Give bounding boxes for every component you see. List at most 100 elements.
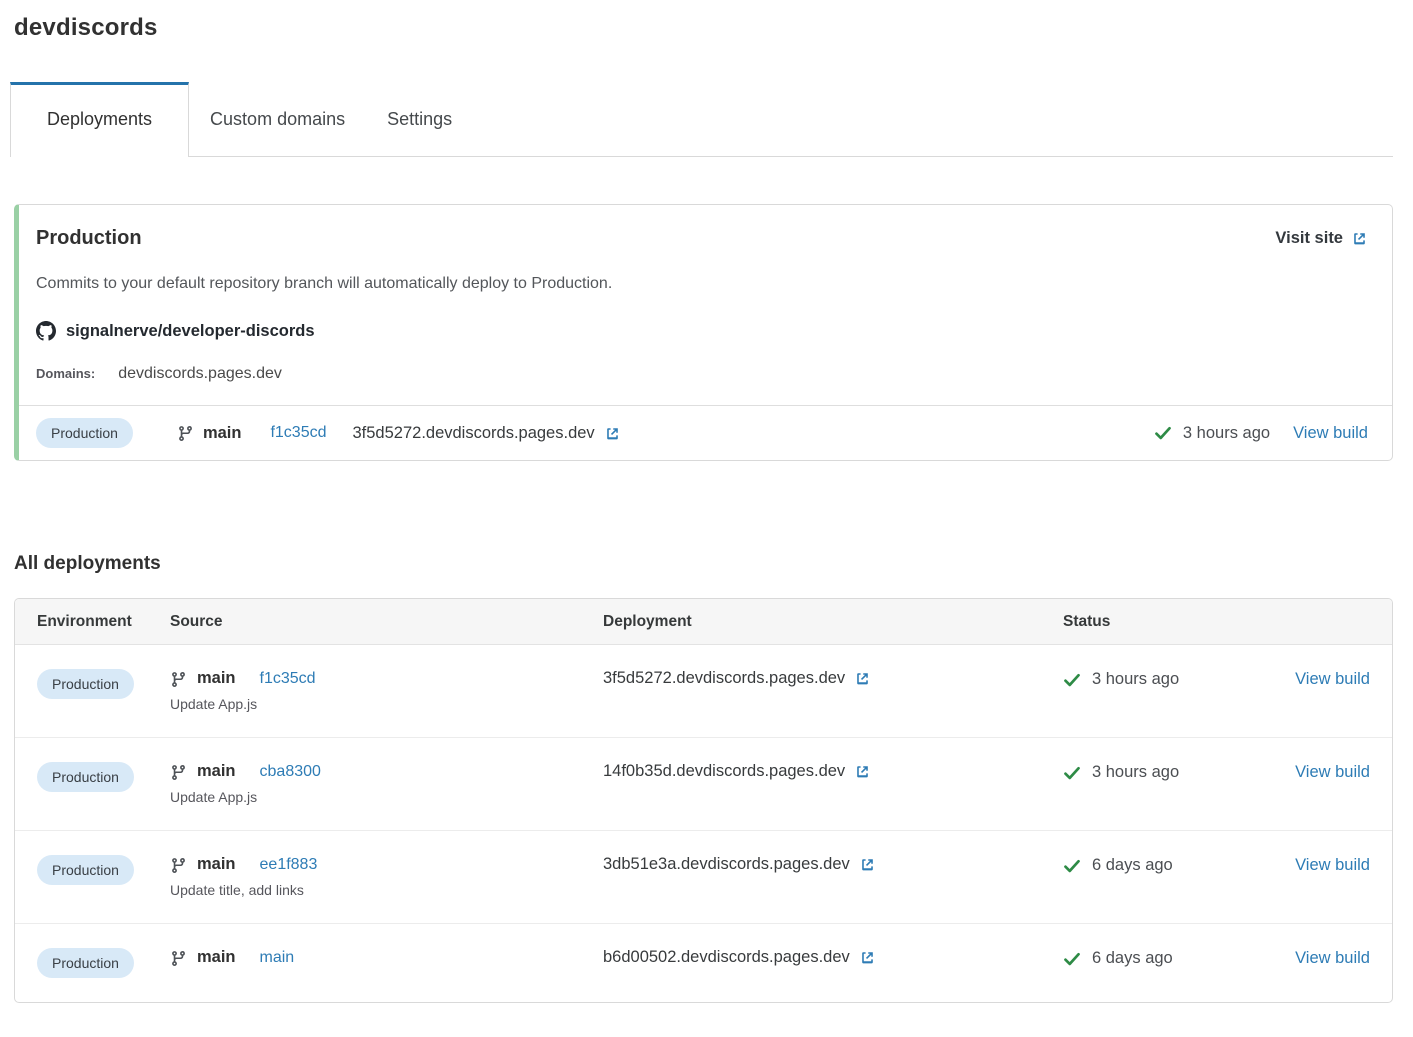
all-deployments-title: All deployments (14, 551, 1393, 577)
deployment-open-link[interactable] (854, 670, 871, 687)
deployment-open-link[interactable] (854, 763, 871, 780)
external-link-icon (859, 949, 876, 966)
column-header-environment: Environment (37, 613, 170, 631)
environment-cell: Production (37, 948, 170, 978)
deployment-time: 6 days ago (1092, 949, 1173, 968)
column-header-deployment: Deployment (603, 613, 1063, 631)
external-link-icon (859, 856, 876, 873)
status-cell: 6 days ago View build (1063, 855, 1370, 875)
external-link-icon (854, 763, 871, 780)
git-branch-icon (170, 671, 187, 688)
commit-link[interactable]: cba8300 (260, 763, 321, 781)
environment-cell: Production (37, 762, 170, 792)
success-check-icon (1063, 857, 1081, 875)
commit-link[interactable]: main (260, 949, 295, 967)
deployment-time: 3 hours ago (1183, 424, 1270, 443)
deployment-url: b6d00502.devdiscords.pages.dev (603, 948, 876, 967)
status-cell: 3 hours ago View build (1063, 762, 1370, 782)
commit-message: Update title, add links (170, 881, 603, 899)
commit-message: Update App.js (170, 695, 603, 713)
branch-name: main (197, 762, 236, 781)
commit-link[interactable]: f1c35cd (260, 670, 316, 688)
domains-value: devdiscords.pages.dev (118, 365, 282, 383)
table-header-row: Environment Source Deployment Status (15, 599, 1392, 645)
deployment-url-text: 14f0b35d.devdiscords.pages.dev (603, 762, 845, 781)
deployment-open-link[interactable] (859, 949, 876, 966)
environment-cell: Production (37, 855, 170, 885)
external-link-icon (604, 425, 621, 442)
table-body: Production main f1c35cd Update App.js 3f… (15, 645, 1392, 1002)
deployment-open-link[interactable] (604, 425, 621, 442)
github-icon (36, 321, 56, 341)
production-deployment-row: Production main f1c35cd 3f5d5272.devdisc… (19, 405, 1392, 460)
deployment-cell: 3db51e3a.devdiscords.pages.dev (603, 855, 1063, 874)
table-row: Production main f1c35cd Update App.js 3f… (15, 645, 1392, 737)
deployment-status: 6 days ago (1063, 856, 1173, 875)
deployment-cell: 14f0b35d.devdiscords.pages.dev (603, 762, 1063, 781)
commit-message: Update App.js (170, 788, 603, 806)
success-check-icon (1063, 764, 1081, 782)
deployment-cell: 3f5d5272.devdiscords.pages.dev (603, 669, 1063, 688)
status-cell: 6 days ago View build (1063, 948, 1370, 968)
deployment-url: 3f5d5272.devdiscords.pages.dev (353, 424, 621, 443)
tab-bar: Deployments Custom domains Settings (14, 82, 1393, 157)
page-title: devdiscords (14, 12, 1393, 44)
deployment-time: 6 days ago (1092, 856, 1173, 875)
view-build-link[interactable]: View build (1295, 949, 1370, 968)
deployment-cell: b6d00502.devdiscords.pages.dev (603, 948, 1063, 967)
environment-badge: Production (37, 762, 134, 792)
pages-project-page: devdiscords Deployments Custom domains S… (0, 0, 1413, 1003)
deployment-status: 6 days ago (1063, 949, 1173, 968)
deployment-time: 3 hours ago (1092, 763, 1179, 782)
success-check-icon (1063, 671, 1081, 689)
deployments-table: Environment Source Deployment Status Pro… (14, 598, 1393, 1003)
environment-cell: Production (37, 669, 170, 699)
branch-name: main (203, 424, 242, 443)
view-build-link[interactable]: View build (1295, 763, 1370, 782)
status-cell: 3 hours ago View build (1063, 669, 1370, 689)
branch-name: main (197, 948, 236, 967)
column-header-source: Source (170, 613, 603, 631)
success-check-icon (1154, 424, 1172, 442)
deployment-open-link[interactable] (859, 856, 876, 873)
deployment-status: 3 hours ago (1063, 763, 1179, 782)
commit-link[interactable]: ee1f883 (260, 856, 318, 874)
table-row: Production main ee1f883 Update title, ad… (15, 830, 1392, 923)
commit-link[interactable]: f1c35cd (270, 424, 326, 442)
git-branch-icon (170, 764, 187, 781)
deployment-status: 3 hours ago (1154, 424, 1270, 443)
branch-name: main (197, 855, 236, 874)
view-build-link[interactable]: View build (1293, 424, 1368, 443)
deployment-url-text: 3f5d5272.devdiscords.pages.dev (603, 669, 845, 688)
repo-name[interactable]: signalnerve/developer-discords (66, 322, 315, 341)
deployment-url-text: 3f5d5272.devdiscords.pages.dev (353, 424, 595, 443)
external-link-icon (854, 670, 871, 687)
environment-badge: Production (36, 418, 133, 448)
environment-badge: Production (37, 669, 134, 699)
environment-badge: Production (37, 948, 134, 978)
git-branch-icon (170, 857, 187, 874)
deployment-url: 14f0b35d.devdiscords.pages.dev (603, 762, 871, 781)
git-branch-icon (170, 950, 187, 967)
visit-site-label: Visit site (1275, 229, 1343, 248)
deployment-url-text: b6d00502.devdiscords.pages.dev (603, 948, 850, 967)
deployment-url: 3f5d5272.devdiscords.pages.dev (603, 669, 871, 688)
tab-custom-domains[interactable]: Custom domains (189, 82, 366, 156)
domains-label: Domains: (36, 366, 95, 381)
table-row: Production main main b6d00502.devdiscord… (15, 923, 1392, 1002)
production-card: Production Visit site Commits to your de… (14, 204, 1393, 461)
production-description: Commits to your default repository branc… (36, 273, 1368, 295)
source-cell: main main (170, 948, 603, 967)
view-build-link[interactable]: View build (1295, 670, 1370, 689)
tab-deployments[interactable]: Deployments (10, 82, 189, 157)
view-build-link[interactable]: View build (1295, 856, 1370, 875)
deployment-url: 3db51e3a.devdiscords.pages.dev (603, 855, 876, 874)
column-header-status: Status (1063, 613, 1370, 631)
source-cell: main ee1f883 Update title, add links (170, 855, 603, 899)
table-row: Production main cba8300 Update App.js 14… (15, 737, 1392, 830)
source-cell: main f1c35cd Update App.js (170, 669, 603, 713)
tab-settings[interactable]: Settings (366, 82, 473, 156)
visit-site-link[interactable]: Visit site (1275, 229, 1368, 248)
deployment-time: 3 hours ago (1092, 670, 1179, 689)
deployment-status: 3 hours ago (1063, 670, 1179, 689)
